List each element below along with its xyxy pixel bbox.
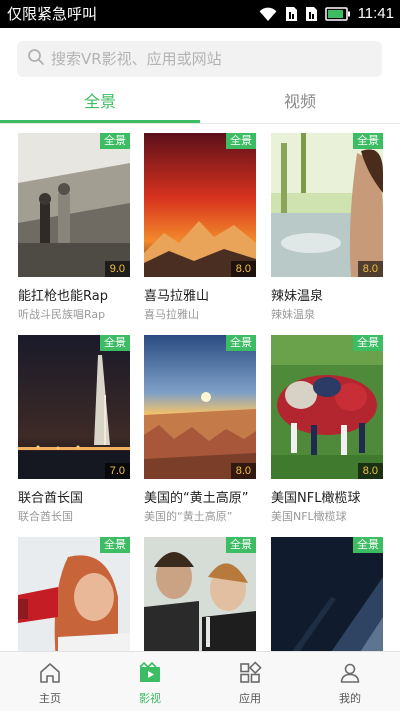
- video-card[interactable]: 全景 9.0 能扛枪也能Rap 听战斗民族唱Rap: [18, 133, 130, 323]
- rating-score: 8.0: [357, 261, 383, 277]
- thumbnail: 全景: [18, 537, 130, 651]
- thumbnail: 全景 8.0: [271, 133, 383, 277]
- card-subtitle: 美国NFL橄榄球: [271, 510, 347, 523]
- video-card[interactable]: 全景 8.0 美国NFL橄榄球 美国NFL橄榄球: [271, 335, 383, 525]
- nav-label: 主页: [39, 692, 61, 705]
- card-title: 辣妹温泉: [271, 289, 324, 304]
- rating-score: 8.0: [357, 463, 383, 479]
- card-subtitle: 听战斗民族唱Rap: [18, 308, 106, 321]
- bottom-nav: 主页 影视 应用 我的: [0, 651, 400, 711]
- rating-score: 9.0: [104, 261, 130, 277]
- thumbnail: 全景 8.0: [144, 133, 256, 277]
- card-title: 能扛枪也能Rap: [18, 289, 108, 304]
- tab-panorama[interactable]: 全景: [0, 84, 200, 124]
- tab-video[interactable]: 视频: [200, 84, 400, 124]
- tab-bar: 全景 视频: [0, 84, 400, 124]
- video-card[interactable]: 全景 8.0 辣妹温泉 辣妹温泉: [271, 133, 383, 323]
- nav-label: 我的: [339, 692, 361, 705]
- nav-film[interactable]: 影视: [100, 652, 200, 711]
- card-title: 美国的“黄土高原”: [144, 491, 249, 506]
- panorama-badge: 全景: [100, 537, 130, 553]
- panorama-badge: 全景: [226, 335, 256, 351]
- thumbnail: 全景 7.0: [18, 335, 130, 479]
- battery-icon: [324, 7, 351, 21]
- card-title: 美国NFL橄榄球: [271, 491, 361, 506]
- status-icons: 11:41: [258, 4, 394, 24]
- sim-card-icon: [285, 6, 298, 22]
- panorama-badge: 全景: [353, 335, 383, 351]
- video-card[interactable]: 全景 8.0 喜马拉雅山 喜马拉雅山: [144, 133, 256, 323]
- wifi-icon: [258, 6, 278, 22]
- nav-label: 影视: [139, 692, 161, 705]
- rating-score: 8.0: [230, 463, 256, 479]
- thumbnail: 全景 8.0: [271, 335, 383, 479]
- rating-score: 7.0: [104, 463, 130, 479]
- thumbnail: 全景 9.0: [18, 133, 130, 277]
- panorama-badge: 全景: [353, 133, 383, 149]
- thumbnail: 全景: [144, 537, 256, 651]
- search-icon: [27, 48, 45, 70]
- sim-card-icon: [305, 6, 318, 22]
- nav-apps[interactable]: 应用: [200, 652, 300, 711]
- video-card[interactable]: 全景: [18, 537, 130, 651]
- search-bar[interactable]: [17, 41, 382, 77]
- panorama-badge: 全景: [100, 335, 130, 351]
- nav-home[interactable]: 主页: [0, 652, 100, 711]
- search-input[interactable]: [51, 50, 371, 68]
- panorama-badge: 全景: [353, 537, 383, 553]
- card-subtitle: 联合酋长国: [18, 510, 73, 523]
- thumbnail: 全景 8.0: [144, 335, 256, 479]
- content-grid: 全景 9.0 能扛枪也能Rap 听战斗民族唱Rap 全景 8.0 喜马拉雅山 喜…: [0, 124, 400, 651]
- thumbnail: 全景: [271, 537, 383, 651]
- video-card[interactable]: 全景 7.0 联合酋长国 联合酋长国: [18, 335, 130, 525]
- status-bar: 仅限紧急呼叫 11:41: [0, 0, 400, 28]
- status-carrier-text: 仅限紧急呼叫: [7, 5, 98, 23]
- card-subtitle: 喜马拉雅山: [144, 308, 199, 321]
- tab-indicator: [0, 120, 200, 123]
- video-card[interactable]: 全景 8.0 美国的“黄土高原” 美国的“黄土高原”: [144, 335, 256, 525]
- panorama-badge: 全景: [226, 133, 256, 149]
- panorama-badge: 全景: [100, 133, 130, 149]
- card-subtitle: 美国的“黄土高原”: [144, 510, 233, 523]
- panorama-badge: 全景: [226, 537, 256, 553]
- nav-label: 应用: [239, 692, 261, 705]
- status-time: 11:41: [357, 5, 394, 22]
- card-title: 联合酋长国: [18, 491, 84, 506]
- card-subtitle: 辣妹温泉: [271, 308, 315, 321]
- video-card[interactable]: 全景: [144, 537, 256, 651]
- rating-score: 8.0: [230, 261, 256, 277]
- video-card[interactable]: 全景: [271, 537, 383, 651]
- nav-profile[interactable]: 我的: [300, 652, 400, 711]
- card-title: 喜马拉雅山: [144, 289, 210, 304]
